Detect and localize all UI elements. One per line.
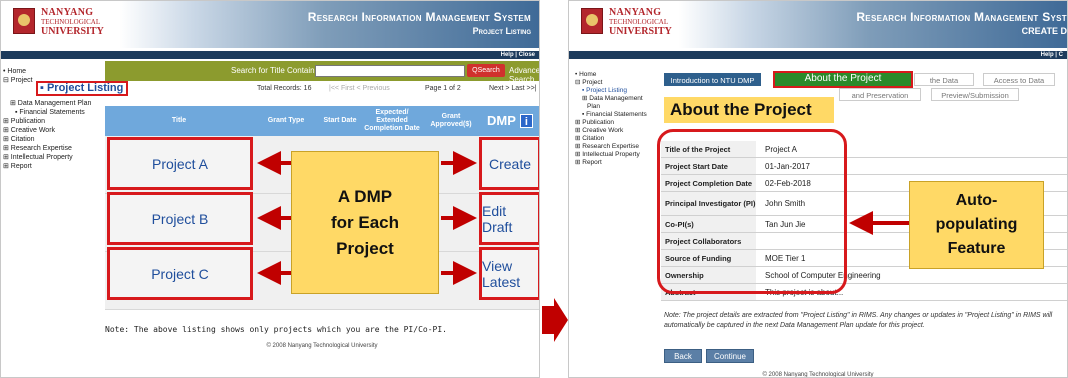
logo-line1: NANYANG (41, 7, 94, 18)
nav-report[interactable]: ⊞ Report (575, 159, 661, 167)
copyright: © 2008 Nanyang Technological University (266, 343, 378, 349)
logo-line2: TECHNOLOGICAL (41, 18, 101, 26)
nav-home[interactable]: • Home (3, 67, 103, 76)
project-c-title[interactable]: Project C (107, 247, 253, 300)
page-title: CREATE D (1021, 26, 1067, 36)
dmp-callout: A DMP for Each Project (291, 151, 439, 294)
pager-prev[interactable]: |<< First < Previous (329, 85, 390, 92)
nav-financial[interactable]: ▪ Financial Statements (575, 111, 661, 119)
step-introduction[interactable]: Introduction to NTU DMP (664, 73, 761, 86)
search-button[interactable]: QSearch (467, 64, 505, 77)
details-note: Note: The project details are extracted … (664, 312, 1053, 329)
nav-citation[interactable]: ⊞ Citation (3, 135, 103, 144)
nav-citation[interactable]: ⊞ Citation (575, 135, 661, 143)
nav-ip[interactable]: ⊞ Intellectual Property (3, 153, 103, 162)
back-button[interactable]: Back (664, 349, 702, 363)
step-preservation[interactable]: and Preservation (839, 88, 921, 101)
col-title[interactable]: Title (105, 106, 253, 136)
logo-line3: UNIVERSITY (41, 26, 104, 37)
ntu-logo[interactable]: NANYANG TECHNOLOGICAL UNIVERSITY (581, 7, 691, 43)
nav-creative[interactable]: ⊞ Creative Work (3, 126, 103, 135)
system-name: Research Information Management System (307, 10, 531, 24)
listing-note: Note: The above listing shows only proje… (105, 325, 447, 334)
col-grant-type[interactable]: Grant Type (253, 106, 319, 136)
help-close-bar[interactable]: Help | C (569, 51, 1067, 59)
crest-icon (581, 8, 603, 34)
nav-research[interactable]: ⊞ Research Expertise (3, 144, 103, 153)
search-label: Search for Title Containing (231, 66, 326, 75)
step-access-data[interactable]: Access to Data (983, 73, 1055, 86)
create-dmp-link[interactable]: Create (479, 137, 539, 190)
search-button-label: Search (477, 67, 500, 74)
nav-data-management-cont: Plan (587, 103, 601, 110)
system-name: Research Information Management Syst (856, 10, 1067, 24)
page-title: Project Listing (472, 26, 531, 36)
section-title: About the Project (664, 97, 834, 123)
advanced-search-link[interactable]: Advanced Search (509, 66, 539, 84)
callout-line: Feature (947, 240, 1006, 257)
step-about-project[interactable]: About the Project (773, 71, 913, 88)
col-dmp: DMP i (479, 106, 539, 136)
help-close-bar[interactable]: Help | Close (1, 51, 539, 59)
col-start-date[interactable]: Start Date (319, 106, 361, 136)
dmp-label: DMP (487, 113, 516, 128)
project-listing-screen: NANYANG TECHNOLOGICAL UNIVERSITY Researc… (0, 0, 540, 378)
autofill-highlight (657, 129, 847, 294)
nav-data-management[interactable]: ⊞ Data Management Plan (3, 99, 103, 108)
info-icon[interactable]: i (519, 114, 533, 128)
search-bar: Search for Title Containing QSearch Adva… (105, 61, 539, 84)
logo-line2: TECHNOLOGICAL (609, 18, 669, 26)
autofill-callout: Auto- populating Feature (909, 181, 1044, 269)
continue-button[interactable]: Continue (706, 349, 754, 363)
callout-line: A DMP (337, 186, 393, 206)
create-dmp-screen: NANYANG TECHNOLOGICAL UNIVERSITY Researc… (568, 0, 1068, 378)
callout-line: Auto- (955, 192, 998, 209)
callout-line: Project (336, 238, 394, 258)
callout-line: populating (935, 216, 1018, 233)
total-records: Total Records: 16 (257, 85, 312, 92)
search-input[interactable] (315, 65, 465, 77)
sidebar-nav: • Home ⊟ Project ▪ Project Listing ⊞ Dat… (575, 71, 661, 167)
pager-next[interactable]: Next > Last >>| (489, 85, 537, 92)
pager: Total Records: 16 |<< First < Previous P… (105, 84, 539, 96)
logo-line3: UNIVERSITY (609, 26, 672, 37)
nav-financial[interactable]: ▪ Financial Statements (3, 108, 103, 117)
view-latest-link[interactable]: View Latest (479, 247, 539, 300)
step-the-data[interactable]: the Data (914, 73, 974, 86)
page-indicator: Page 1 of 2 (425, 85, 461, 92)
nav-report[interactable]: ⊞ Report (3, 162, 103, 171)
col-completion-date[interactable]: Expected/ Extended Completion Date (361, 106, 423, 136)
nav-project-listing[interactable]: ▪ Project Listing (575, 87, 661, 95)
table-header: Title Grant Type Start Date Expected/ Ex… (105, 106, 539, 136)
step-preview[interactable]: Preview/Submission (931, 88, 1019, 101)
nav-home[interactable]: • Home (575, 71, 661, 79)
system-title: Research Information Management System P… (308, 10, 531, 36)
project-a-title[interactable]: Project A (107, 137, 253, 190)
copyright: © 2008 Nanyang Technological University (762, 372, 874, 378)
edit-draft-link[interactable]: Edit Draft (479, 192, 539, 245)
nav-creative[interactable]: ⊞ Creative Work (575, 127, 661, 135)
project-b-title[interactable]: Project B (107, 192, 253, 245)
header-banner: NANYANG TECHNOLOGICAL UNIVERSITY Researc… (569, 1, 1067, 48)
system-title: Research Information Management Syst CRE… (856, 10, 1067, 36)
nav-ip[interactable]: ⊞ Intellectual Property (575, 151, 661, 159)
crest-icon (13, 8, 35, 34)
logo-line1: NANYANG (609, 7, 662, 18)
nav-publication[interactable]: ⊞ Publication (575, 119, 661, 127)
nav-research[interactable]: ⊞ Research Expertise (575, 143, 661, 151)
nav-project[interactable]: ⊟ Project (575, 79, 661, 87)
header-banner: NANYANG TECHNOLOGICAL UNIVERSITY Researc… (1, 1, 539, 48)
col-grant-approved[interactable]: Grant Approved($) (423, 106, 479, 136)
ntu-logo[interactable]: NANYANG TECHNOLOGICAL UNIVERSITY (13, 7, 123, 43)
transition-arrow-icon (542, 298, 568, 342)
nav-publication[interactable]: ⊞ Publication (3, 117, 103, 126)
callout-line: for Each (330, 212, 400, 232)
nav-data-management[interactable]: ⊞ Data Management (575, 95, 661, 103)
